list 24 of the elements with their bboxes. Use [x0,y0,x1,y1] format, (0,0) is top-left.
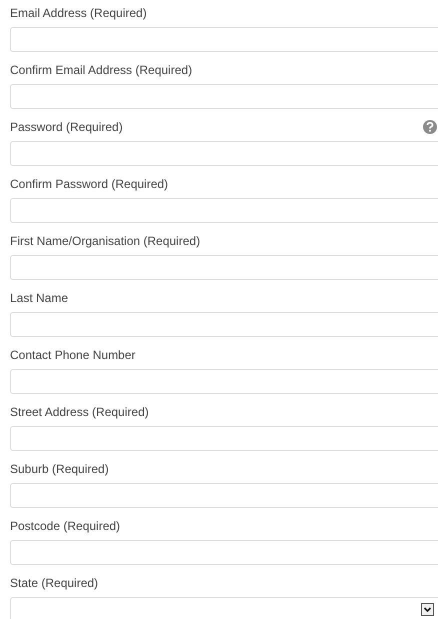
input-field[interactable] [10,141,438,166]
input-field[interactable] [10,540,438,565]
state-select[interactable] [10,597,438,619]
help-icon[interactable] [423,120,437,134]
field-label: Password (Required) [10,119,123,136]
input-field[interactable] [10,255,438,280]
field-label: Confirm Email Address (Required) [10,62,192,79]
field-label: Suburb (Required) [10,461,109,478]
input-field[interactable] [10,27,438,52]
field-label: Street Address (Required) [10,404,149,421]
input-field[interactable] [10,312,438,337]
field-label: Postcode (Required) [10,518,120,535]
field-label: Email Address (Required) [10,5,147,22]
field-label: Confirm Password (Required) [10,176,168,193]
input-field[interactable] [10,369,438,394]
input-field[interactable] [10,426,438,451]
chevron-down-icon [421,603,434,616]
input-field[interactable] [10,84,438,109]
input-field[interactable] [10,198,438,223]
input-field[interactable] [10,483,438,508]
field-label: Contact Phone Number [10,347,136,364]
field-label: First Name/Organisation (Required) [10,233,200,250]
field-label: State (Required) [10,575,98,592]
field-label: Last Name [10,290,68,307]
